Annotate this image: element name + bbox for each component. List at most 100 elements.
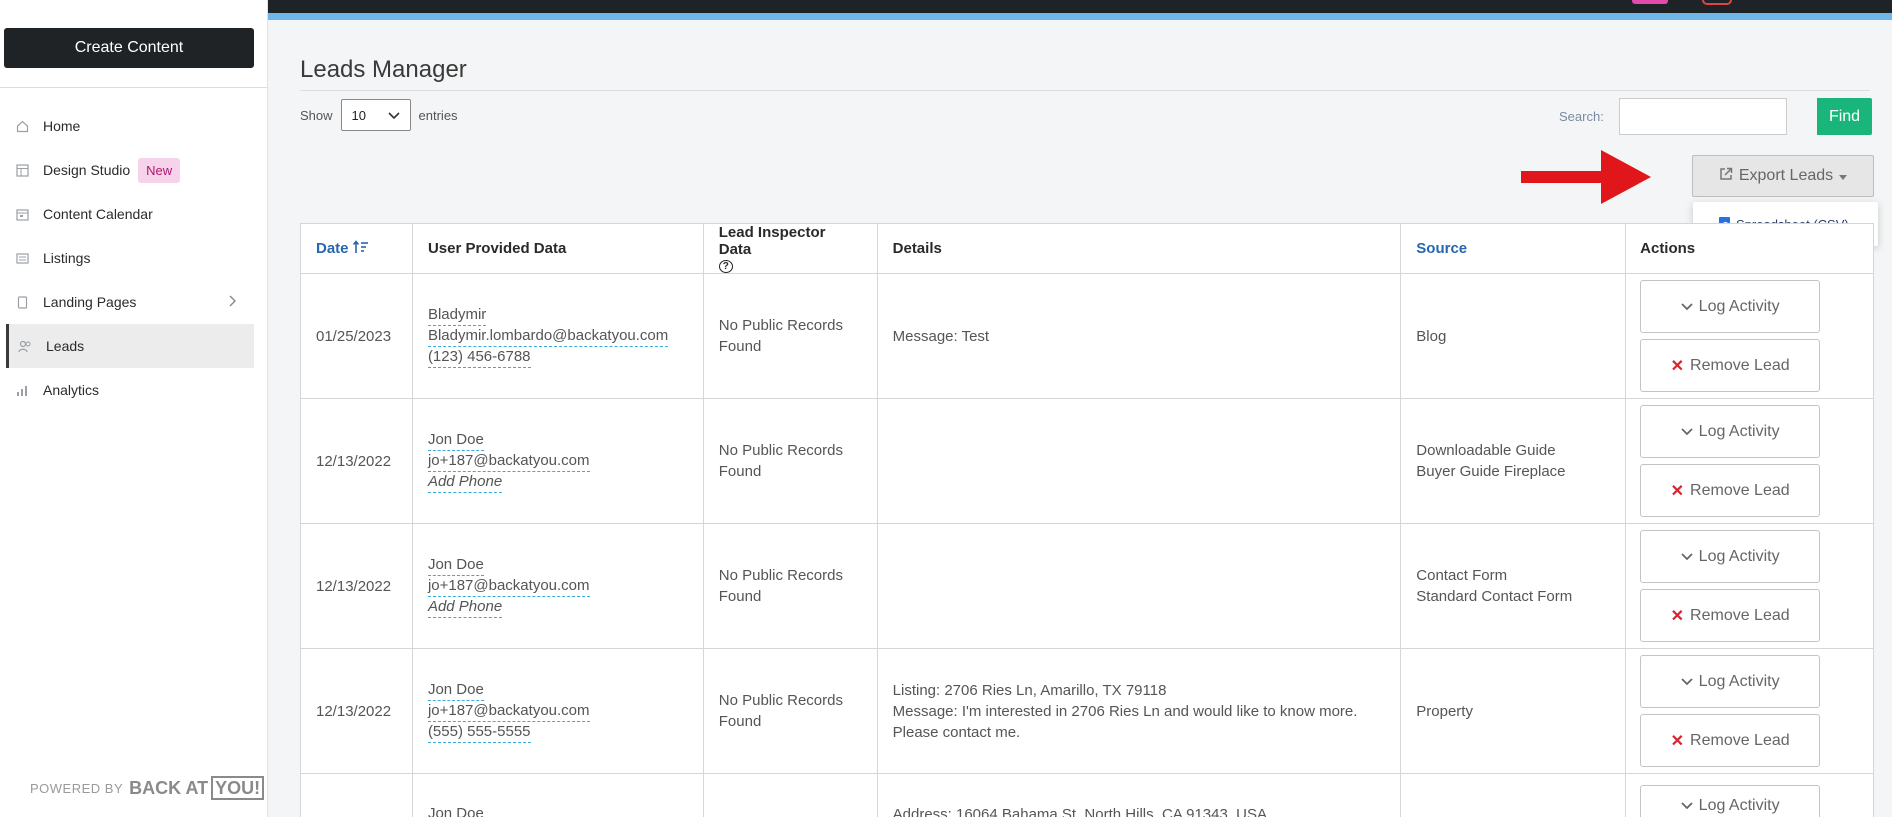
sidebar-nav: Home Design Studio New Content Calendar … <box>0 104 268 412</box>
chart-icon <box>15 383 29 397</box>
cell-date: 01/25/2023 <box>301 274 413 399</box>
cell-source: Contact Form Standard Contact Form <box>1401 524 1627 649</box>
source-text: Blog <box>1416 327 1447 345</box>
lead-email[interactable]: Bladymir.lombardo@backatyou.com <box>427 326 669 347</box>
cell-details: Message: Test <box>877 274 1402 399</box>
sidebar-item-label: Home <box>43 118 81 134</box>
close-icon: ✕ <box>1670 482 1685 500</box>
close-icon: ✕ <box>1670 607 1685 625</box>
create-content-button[interactable]: Create Content <box>4 28 254 68</box>
lead-email[interactable]: jo+187@backatyou.com <box>427 576 590 597</box>
cell-actions: Log Activity ✕ Remove Lead <box>1626 274 1874 399</box>
export-leads-button[interactable]: Export Leads <box>1692 155 1874 197</box>
sidebar-item-analytics[interactable]: Analytics <box>0 368 268 412</box>
remove-lead-button[interactable]: ✕ Remove Lead <box>1640 589 1821 642</box>
brand-you-text: YOU! <box>211 776 265 800</box>
page-icon <box>15 295 29 309</box>
log-activity-button[interactable]: Log Activity <box>1640 405 1821 458</box>
cell-user-data: Jon Doe <box>413 774 704 817</box>
remove-lead-button[interactable]: ✕ Remove Lead <box>1640 339 1821 392</box>
cell-actions: Log Activity ✕ Remove Lead <box>1626 524 1874 649</box>
lead-email[interactable]: jo+187@backatyou.com <box>427 451 590 472</box>
page-title: Leads Manager <box>300 56 467 83</box>
table-row: 12/13/2022 Jon Doe jo+187@backatyou.com … <box>301 649 1874 774</box>
sidebar-item-landing-pages[interactable]: Landing Pages <box>0 280 268 324</box>
cell-source: Property <box>1401 649 1627 774</box>
remove-lead-button[interactable]: ✕ Remove Lead <box>1640 464 1821 517</box>
cell-user-data: Jon Doe jo+187@backatyou.com Add Phone <box>412 399 704 524</box>
powered-by-footer: POWERED BY BACK AT YOU! <box>30 776 265 800</box>
details-text: Please contact me. <box>892 723 1021 741</box>
caret-down-icon <box>1839 167 1848 185</box>
header-inspector-label: Lead Inspector Data <box>718 224 826 258</box>
top-bar-accent <box>268 13 1892 20</box>
entries-value: 10 <box>351 107 366 123</box>
log-activity-button[interactable]: Log Activity <box>1640 530 1821 583</box>
remove-lead-button[interactable]: ✕ Remove Lead <box>1640 714 1821 767</box>
header-actions: Actions <box>1626 224 1874 274</box>
lead-name[interactable]: Jon Doe <box>428 804 484 817</box>
log-activity-button[interactable]: Log Activity <box>1640 280 1821 333</box>
export-leads-label: Export Leads <box>1738 167 1834 184</box>
details-text: Message: I'm interested in 2706 Ries Ln … <box>892 702 1358 720</box>
sidebar-item-home[interactable]: Home <box>0 104 268 148</box>
main-content: Leads Manager Show 10 entries Search: Fi… <box>268 20 1892 817</box>
sidebar-item-listings[interactable]: Listings <box>0 236 268 280</box>
table-row: Jon Doe Address: 16064 Bahama St, North … <box>301 774 1874 817</box>
help-icon[interactable]: ? <box>718 260 733 273</box>
cell-date: 12/13/2022 <box>301 399 413 524</box>
lead-name[interactable]: Jon Doe <box>427 680 484 701</box>
external-link-icon <box>1719 167 1733 186</box>
chevron-down-icon <box>1681 673 1693 691</box>
log-activity-label: Log Activity <box>1698 297 1780 315</box>
cell-user-data: Bladymir Bladymir.lombardo@backatyou.com… <box>412 274 704 399</box>
table-row: 12/13/2022 Jon Doe jo+187@backatyou.com … <box>301 524 1874 649</box>
lead-name[interactable]: Bladymir <box>427 305 487 326</box>
table-row: 01/25/2023 Bladymir Bladymir.lombardo@ba… <box>301 274 1874 399</box>
cell-inspector: No Public Records Found <box>703 524 878 649</box>
source-text: Buyer Guide Fireplace <box>1416 463 1566 480</box>
lead-email[interactable]: jo+187@backatyou.com <box>427 701 590 722</box>
sidebar: Create Content Home Design Studio New Co… <box>0 0 268 817</box>
add-phone-link[interactable]: Add Phone <box>427 472 503 493</box>
lead-phone[interactable]: (555) 555-5555 <box>427 722 531 743</box>
sidebar-item-label: Listings <box>43 250 91 266</box>
notification-button[interactable] <box>1632 0 1668 4</box>
leads-table: Date User Provided Data Lead Inspector D… <box>300 223 1874 817</box>
red-arrow-annotation <box>1521 150 1651 204</box>
cell-details <box>877 524 1402 649</box>
log-activity-button[interactable]: Log Activity <box>1640 785 1821 817</box>
source-text: Standard Contact Form <box>1416 588 1573 605</box>
lead-phone[interactable]: (123) 456-6788 <box>427 347 531 368</box>
cell-source <box>1401 774 1627 817</box>
add-phone-link[interactable]: Add Phone <box>427 597 503 618</box>
sidebar-item-content-calendar[interactable]: Content Calendar <box>0 192 268 236</box>
cell-date <box>301 774 413 817</box>
sidebar-item-design-studio[interactable]: Design Studio New <box>0 148 268 192</box>
header-date-label: Date <box>316 240 349 257</box>
cell-details <box>877 399 1402 524</box>
entries-control: Show 10 entries <box>300 99 458 131</box>
chevron-down-icon <box>1681 548 1693 566</box>
inspector-text: Found <box>718 588 762 605</box>
show-label: Show <box>300 107 333 123</box>
log-activity-button[interactable]: Log Activity <box>1640 655 1821 708</box>
lead-name[interactable]: Jon Doe <box>427 430 484 451</box>
lead-name[interactable]: Jon Doe <box>427 555 484 576</box>
source-text: Downloadable Guide <box>1416 442 1556 459</box>
cell-actions: Log Activity ✕ Remove Lead <box>1626 399 1874 524</box>
sidebar-item-label: Design Studio <box>43 162 131 178</box>
calendar-icon <box>15 207 29 221</box>
entries-select[interactable]: 10 <box>340 99 411 131</box>
header-user-data: User Provided Data <box>412 224 704 274</box>
find-button[interactable]: Find <box>1817 98 1872 135</box>
search-input[interactable] <box>1619 98 1787 135</box>
cell-inspector: No Public Records Found <box>703 274 878 399</box>
header-date[interactable]: Date <box>301 224 413 274</box>
remove-lead-label: Remove Lead <box>1690 356 1790 374</box>
header-source[interactable]: Source <box>1401 224 1627 274</box>
sidebar-item-leads[interactable]: Leads <box>6 324 254 368</box>
cell-inspector: No Public Records Found <box>703 399 878 524</box>
avatar[interactable] <box>1702 0 1732 5</box>
header-details: Details <box>877 224 1402 274</box>
